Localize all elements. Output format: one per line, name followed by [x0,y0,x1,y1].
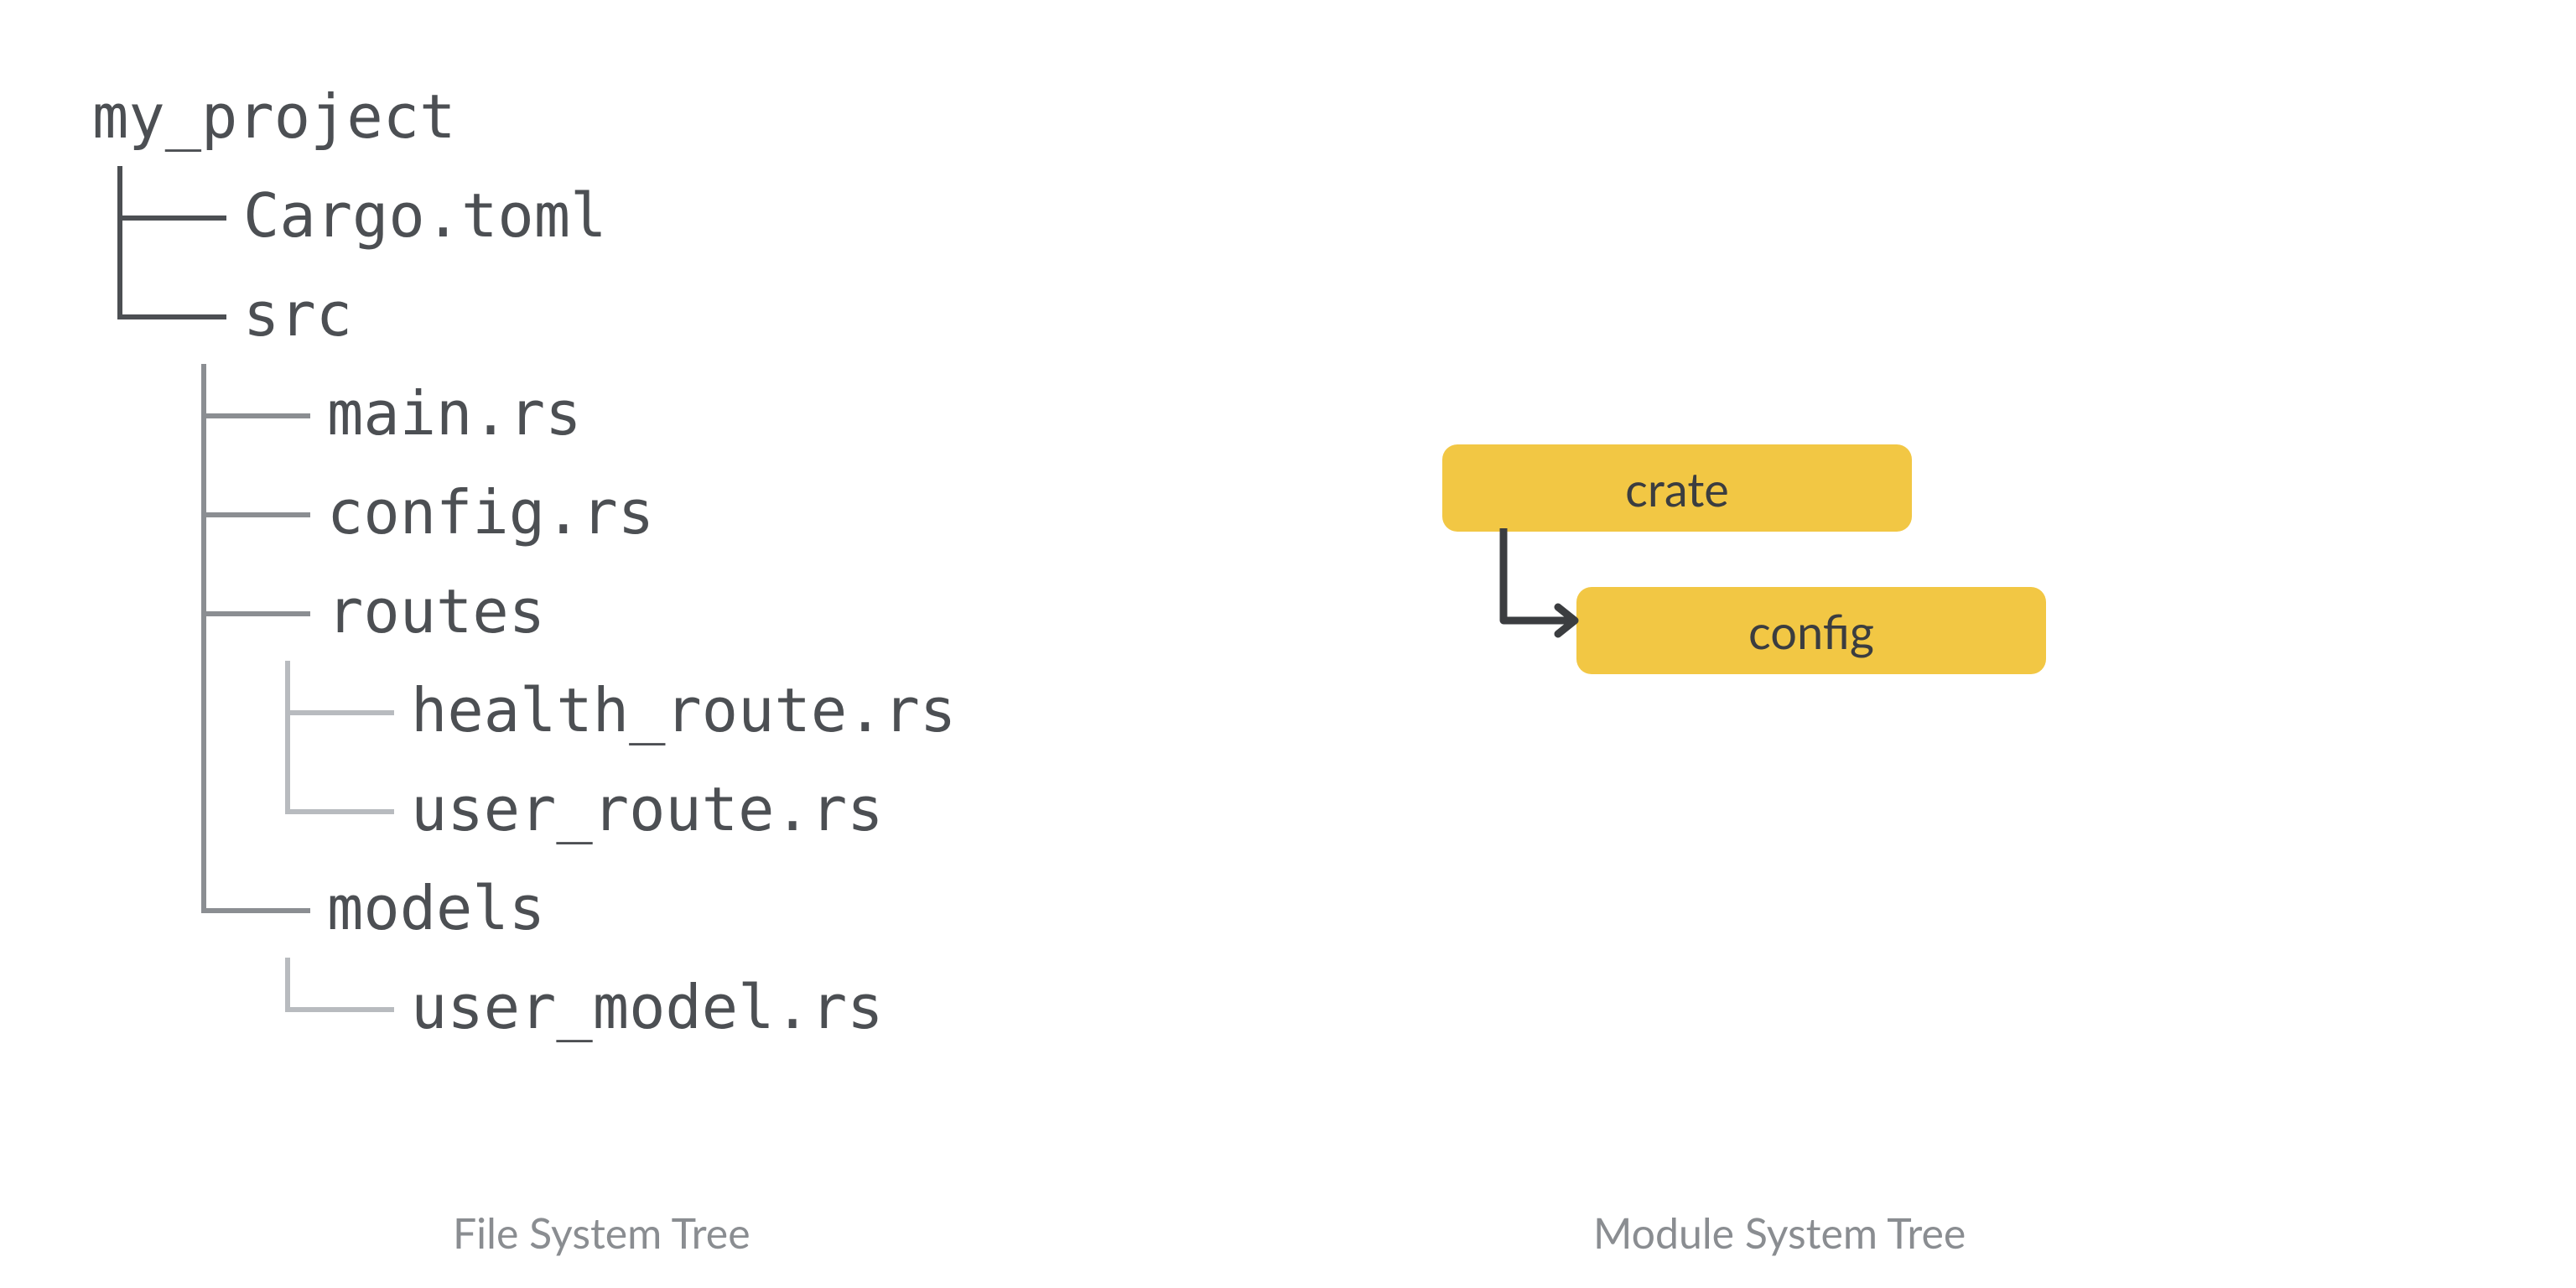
tree-row-user-model: user_model.rs [92,958,956,1057]
tree-label-config: config.rs [327,482,654,543]
tree-connector [176,364,260,463]
tree-connector [92,265,176,364]
module-label-crate: crate [1625,460,1729,517]
tree-row-cargo: Cargo.toml [92,166,956,265]
module-box-config: config [1576,587,2046,674]
tree-row-root: my_project [92,67,956,166]
module-label-config: config [1748,603,1874,659]
tree-row-models: models [92,859,956,958]
tree-connector [176,760,260,859]
tree-label-user-route: user_route.rs [411,779,884,839]
tree-row-config: config.rs [92,463,956,562]
module-box-crate: crate [1442,444,1912,532]
tree-label-health-route: health_route.rs [411,680,956,740]
tree-label-main: main.rs [327,383,581,444]
tree-label-routes: routes [327,581,545,641]
tree-row-main: main.rs [92,364,956,463]
tree-connector [176,562,260,661]
tree-connector [260,661,344,760]
diagram-stage: my_project Cargo.toml src main.rs config… [0,0,2576,1288]
tree-connector [92,166,176,265]
tree-connector [176,661,260,760]
tree-connector [260,958,344,1057]
tree-row-health-route: health_route.rs [92,661,956,760]
tree-label-root: my_project [92,86,455,147]
tree-label-user-model: user_model.rs [411,977,884,1037]
tree-row-user-route: user_route.rs [92,760,956,859]
tree-connector [176,463,260,562]
tree-row-routes: routes [92,562,956,661]
tree-row-src: src [92,265,956,364]
caption-moduletree: Module System Tree [1593,1208,1966,1258]
file-system-tree: my_project Cargo.toml src main.rs config… [92,67,956,1057]
tree-connector [176,859,260,958]
tree-label-models: models [327,878,545,938]
caption-filesystem: File System Tree [453,1208,750,1258]
tree-label-cargo: Cargo.toml [243,185,606,246]
tree-label-src: src [243,284,352,345]
tree-connector [260,760,344,859]
